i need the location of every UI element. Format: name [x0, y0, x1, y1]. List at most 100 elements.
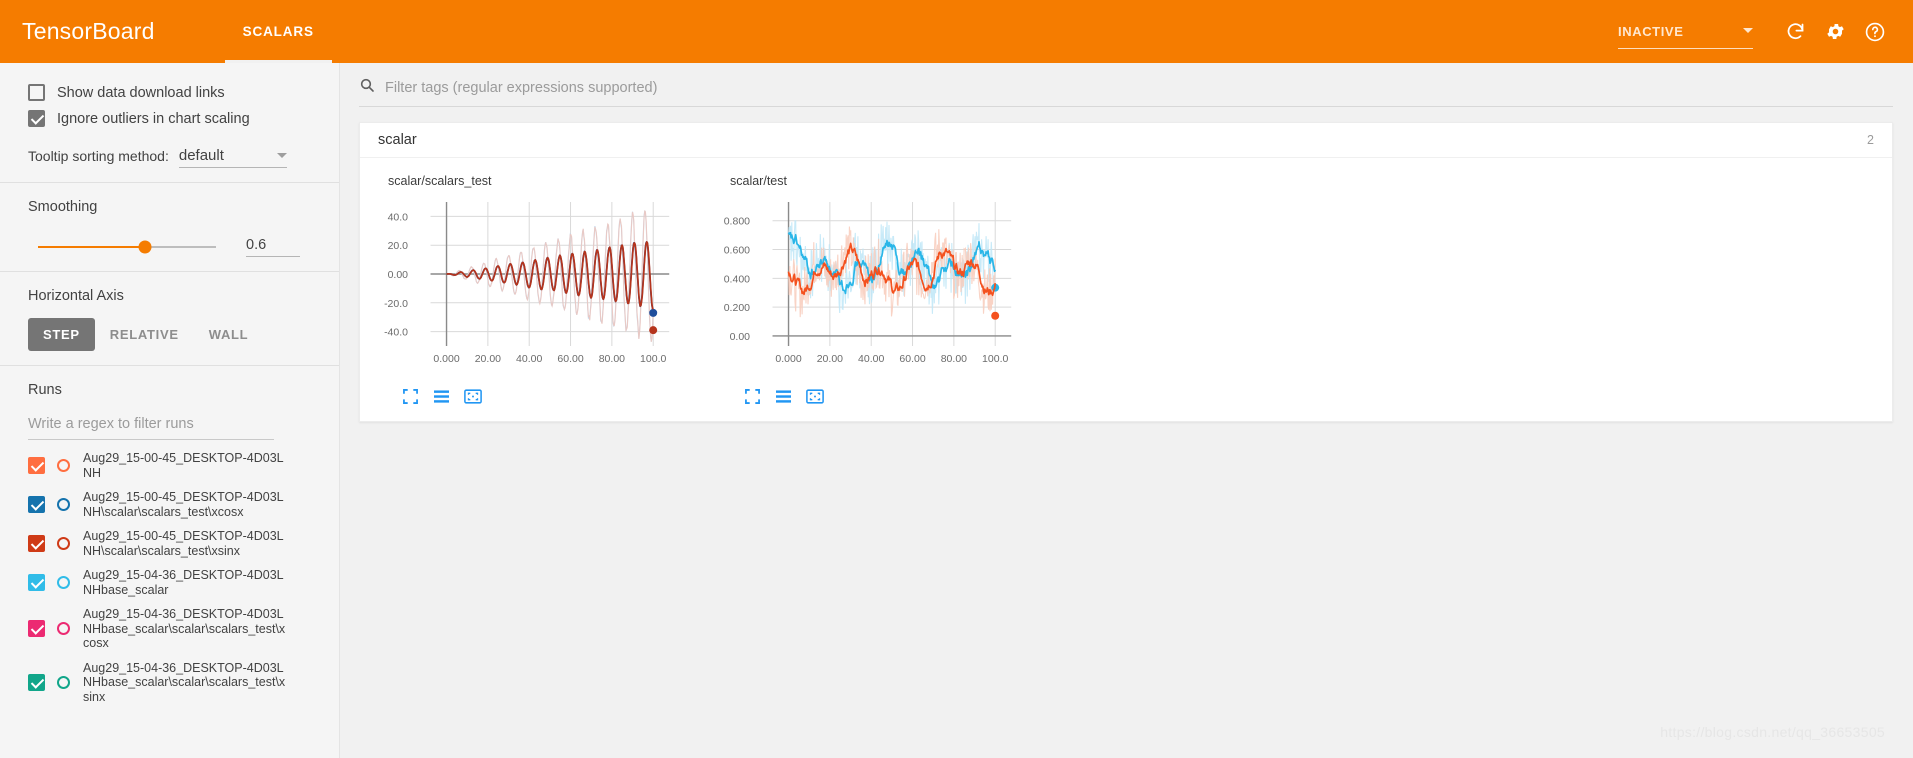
fit-domain-icon[interactable] [804, 386, 825, 407]
run-color-dot[interactable] [57, 537, 70, 550]
run-item[interactable]: Aug29_15-04-36_DESKTOP-4D03LNHbase_scala… [28, 656, 311, 710]
chart-title: scalar/scalars_test [388, 174, 492, 188]
run-status-dropdown[interactable]: INACTIVE [1618, 15, 1753, 49]
svg-text:0.200: 0.200 [724, 302, 750, 314]
horizontal-axis-relative[interactable]: RELATIVE [95, 318, 194, 351]
app-brand: TensorBoard [22, 18, 155, 44]
sidebar: Show data download links Ignore outliers… [0, 63, 340, 758]
run-checkbox[interactable] [28, 673, 45, 691]
tag-group-card: scalar 2 scalar/scalars_test 40.0 20.0 0.00… [359, 122, 1893, 422]
svg-text:0.400: 0.400 [724, 273, 750, 285]
run-checkbox[interactable] [28, 574, 45, 591]
run-item[interactable]: Aug29_15-00-45_DESKTOP-4D03LNH [28, 446, 311, 485]
run-item[interactable]: Aug29_15-04-36_DESKTOP-4D03LNHbase_scala… [28, 602, 311, 656]
svg-text:40.00: 40.00 [858, 353, 884, 365]
run-label: Aug29_15-00-45_DESKTOP-4D03LNH\scalar\sc… [83, 529, 284, 558]
charts-container: scalar/scalars_test 40.0 20.0 0.00 -20.0 -40.… [360, 158, 1892, 421]
svg-text:60.00: 60.00 [557, 353, 583, 365]
run-color-dot[interactable] [57, 498, 70, 511]
run-checkbox[interactable] [28, 620, 45, 638]
smoothing-section: Smoothing 0.6 [0, 183, 339, 267]
expand-icon[interactable] [400, 386, 421, 407]
runs-list: Aug29_15-00-45_DESKTOP-4D03LNH Aug29_15-0… [28, 446, 311, 709]
runs-filter-input[interactable]: Write a regex to filter runs [28, 410, 274, 440]
svg-text:0.600: 0.600 [724, 245, 750, 257]
runs-section: Runs Write a regex to filter runs Aug29_… [0, 366, 339, 719]
checkbox-show-data-download-links[interactable]: Show data download links [28, 84, 311, 101]
svg-text:20.0: 20.0 [388, 240, 409, 252]
run-color-dot[interactable] [57, 576, 70, 589]
tooltip-sorting-label: Tooltip sorting method: [28, 148, 169, 164]
run-color-dot[interactable] [57, 622, 70, 636]
svg-text:80.00: 80.00 [941, 353, 967, 365]
run-label: Aug29_15-04-36_DESKTOP-4D03LNHbase_scala… [83, 568, 284, 597]
svg-text:40.00: 40.00 [516, 353, 542, 365]
chevron-down-icon [276, 153, 287, 158]
svg-text:0.800: 0.800 [724, 216, 750, 228]
checkbox-show-data-download-links-label: Show data download links [57, 84, 225, 101]
run-item[interactable]: Aug29_15-04-36_DESKTOP-4D03LNHbase_scala… [28, 563, 311, 602]
svg-text:0.000: 0.000 [433, 353, 459, 365]
svg-text:0.00: 0.00 [388, 269, 409, 281]
tooltip-sorting-row: Tooltip sorting method: default [28, 147, 311, 168]
svg-text:40.0: 40.0 [388, 211, 409, 223]
smoothing-title: Smoothing [28, 199, 98, 215]
svg-text:100.0: 100.0 [982, 353, 1008, 365]
svg-text:-20.0: -20.0 [384, 298, 408, 310]
svg-text:0.00: 0.00 [730, 331, 751, 343]
tag-filter-field[interactable]: Filter tags (regular expressions support… [359, 77, 1893, 107]
runs-title: Runs [28, 382, 62, 398]
refresh-icon[interactable] [1775, 12, 1815, 52]
tag-filter-placeholder: Filter tags (regular expressions support… [385, 79, 658, 96]
smoothing-slider[interactable] [38, 240, 216, 254]
run-label: Aug29_15-04-36_DESKTOP-4D03LNHbase_scala… [83, 660, 286, 704]
tag-group-title: scalar [378, 132, 417, 148]
search-icon [359, 77, 375, 98]
run-checkbox[interactable] [28, 496, 45, 513]
horizontal-axis-wall[interactable]: WALL [194, 318, 264, 351]
expand-icon[interactable] [742, 386, 763, 407]
data-series-icon[interactable] [431, 386, 452, 407]
checkbox-unchecked-icon [28, 84, 45, 101]
smoothing-value-input[interactable]: 0.6 [246, 237, 300, 257]
run-checkbox[interactable] [28, 457, 45, 474]
top-bar-actions: INACTIVE [1618, 12, 1895, 52]
svg-text:100.0: 100.0 [640, 353, 666, 365]
run-status-label: INACTIVE [1618, 23, 1684, 39]
svg-text:80.00: 80.00 [599, 353, 625, 365]
main-content: Filter tags (regular expressions support… [341, 63, 1913, 758]
chart-title: scalar/test [730, 174, 787, 188]
horizontal-axis-title: Horizontal Axis [28, 288, 124, 304]
run-label: Aug29_15-00-45_DESKTOP-4D03LNH\scalar\sc… [83, 490, 284, 519]
tooltip-sorting-dropdown[interactable]: default [178, 147, 287, 168]
horizontal-axis-step[interactable]: STEP [28, 318, 95, 351]
fit-domain-icon[interactable] [462, 386, 483, 407]
chart-plot[interactable]: 40.0 20.0 0.00 -20.0 -40.0 0.000 20.00 40.00 60.… [374, 194, 694, 384]
smoothing-slider-thumb[interactable] [138, 240, 152, 254]
run-item[interactable]: Aug29_15-00-45_DESKTOP-4D03LNH\scalar\sc… [28, 524, 311, 563]
data-series-icon[interactable] [773, 386, 794, 407]
tag-group-header[interactable]: scalar 2 [360, 123, 1892, 158]
svg-text:-40.0: -40.0 [384, 327, 408, 339]
tab-scalars[interactable]: SCALARS [224, 0, 333, 63]
run-checkbox[interactable] [28, 535, 45, 552]
checkbox-ignore-outliers[interactable]: Ignore outliers in chart scaling [28, 110, 311, 127]
chart-toolbar [742, 386, 1036, 407]
smoothing-row: 0.6 [28, 237, 311, 257]
run-label: Aug29_15-00-45_DESKTOP-4D03LNH [83, 451, 284, 480]
run-color-dot[interactable] [57, 675, 70, 689]
gear-icon[interactable] [1815, 12, 1855, 52]
run-item[interactable]: Aug29_15-00-45_DESKTOP-4D03LNH\scalar\sc… [28, 485, 311, 524]
svg-text:20.00: 20.00 [475, 353, 501, 365]
run-color-dot[interactable] [57, 459, 70, 472]
help-icon[interactable] [1855, 12, 1895, 52]
top-app-bar: TensorBoard SCALARS INACTIVE [0, 0, 1913, 63]
chevron-down-icon [1743, 27, 1753, 33]
sidebar-options-section: Show data download links Ignore outliers… [0, 63, 339, 178]
checkbox-checked-icon [28, 110, 45, 127]
svg-text:20.00: 20.00 [817, 353, 843, 365]
horizontal-axis-section: Horizontal Axis STEP RELATIVE WALL [0, 272, 339, 361]
tooltip-sorting-value: default [178, 147, 224, 164]
tab-bar: SCALARS [224, 0, 333, 63]
chart-plot[interactable]: 0.800 0.600 0.400 0.200 0.00 0.000 20.00 40.00 6… [716, 194, 1036, 384]
